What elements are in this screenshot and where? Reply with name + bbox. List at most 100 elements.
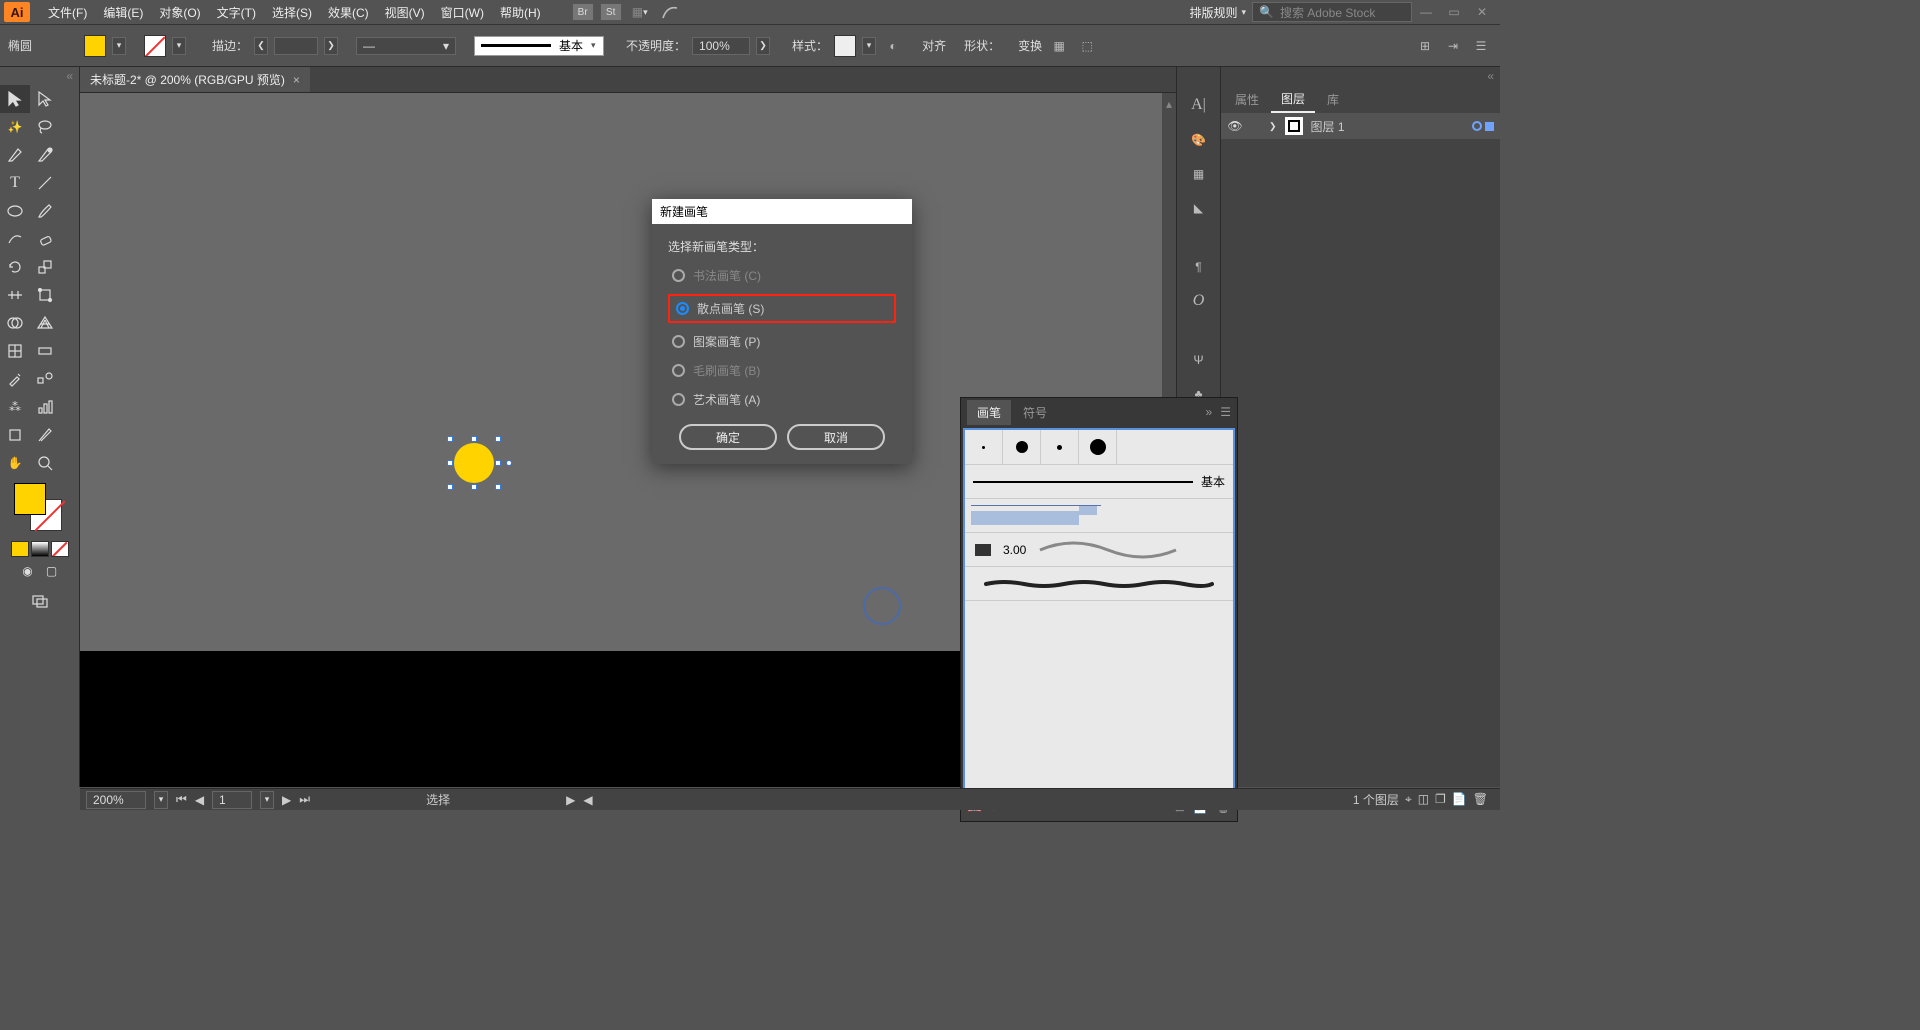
brush-basic-row[interactable]: 基本 xyxy=(965,465,1233,499)
zoom-tool[interactable] xyxy=(30,449,60,477)
stroke-dropdown[interactable]: ▾ xyxy=(172,37,186,55)
pen-tool[interactable] xyxy=(0,141,30,169)
target-icon[interactable] xyxy=(1472,121,1482,131)
layer-row[interactable]: 👁 ❯ 图层 1 xyxy=(1221,113,1500,139)
menu-type[interactable]: 文字(T) xyxy=(209,0,264,25)
bridge-icon[interactable]: Br xyxy=(572,3,594,21)
selection-tool[interactable] xyxy=(0,85,30,113)
window-minimize[interactable]: — xyxy=(1412,2,1440,22)
visibility-icon[interactable]: 👁 xyxy=(1227,118,1243,134)
expand-icon[interactable]: ❯ xyxy=(1269,121,1277,132)
stroke-weight-up[interactable]: ❯ xyxy=(324,37,338,55)
fill-color[interactable] xyxy=(84,35,106,57)
close-icon[interactable]: × xyxy=(293,73,300,87)
mesh-tool[interactable] xyxy=(0,337,30,365)
line-tool[interactable] xyxy=(30,169,60,197)
recolor-icon[interactable]: ◐ xyxy=(882,35,904,57)
pref-icon-1[interactable]: ⊞ xyxy=(1414,35,1436,57)
new-layer-icon[interactable]: 📄 xyxy=(1452,792,1467,806)
panel-menu-icon[interactable]: ☰ xyxy=(1470,35,1492,57)
eraser-tool[interactable] xyxy=(30,225,60,253)
align-button[interactable]: 对齐 xyxy=(922,37,946,54)
document-tab[interactable]: 未标题-2* @ 200% (RGB/GPU 预览) × xyxy=(80,67,310,92)
tab-properties[interactable]: 属性 xyxy=(1225,87,1269,112)
artboard-dropdown[interactable]: ▾ xyxy=(260,791,274,809)
opacity-input[interactable]: 100% xyxy=(692,37,750,55)
locate-icon[interactable]: ⌖ xyxy=(1405,792,1412,807)
tab-layers[interactable]: 图层 xyxy=(1271,86,1315,113)
artboard-first-icon[interactable]: ⏮ xyxy=(176,792,187,807)
stroke-weight-down[interactable]: ❮ xyxy=(254,37,268,55)
radio-pattern[interactable]: 图案画笔 (P) xyxy=(668,331,896,352)
menu-help[interactable]: 帮助(H) xyxy=(492,0,549,25)
arrange-icon[interactable]: ▦ ▾ xyxy=(628,2,652,22)
brush-thumb-1[interactable] xyxy=(965,430,1003,464)
radio-scatter[interactable]: 散点画笔 (S) xyxy=(668,294,896,323)
menu-window[interactable]: 窗口(W) xyxy=(433,0,492,25)
brush-calli-row[interactable]: 3.00 xyxy=(965,533,1233,567)
artboard-input[interactable]: 1 xyxy=(212,791,252,809)
menu-select[interactable]: 选择(S) xyxy=(264,0,320,25)
screen-mode-change[interactable]: ▢ xyxy=(41,561,63,581)
shape-builder-tool[interactable] xyxy=(0,309,30,337)
tab-symbols[interactable]: 符号 xyxy=(1013,400,1057,425)
eyedropper-tool[interactable] xyxy=(0,365,30,393)
menu-edit[interactable]: 编辑(E) xyxy=(95,0,151,25)
style-dropdown[interactable]: ▾ xyxy=(862,37,876,55)
brush-definition[interactable]: 基本▾ xyxy=(474,36,604,56)
graphic-style[interactable] xyxy=(834,35,856,57)
delete-layer-icon[interactable]: 🗑 xyxy=(1473,792,1488,806)
magic-wand-tool[interactable]: ✨ xyxy=(0,113,30,141)
fill-dropdown[interactable]: ▾ xyxy=(112,37,126,55)
brush-art-row[interactable] xyxy=(965,567,1233,601)
gpu-icon[interactable] xyxy=(658,2,682,22)
menu-effect[interactable]: 效果(C) xyxy=(320,0,377,25)
panel-collapse-icon[interactable]: » xyxy=(1206,405,1213,419)
window-maximize[interactable]: ▭ xyxy=(1440,2,1468,22)
artboard-last-icon[interactable]: ⏭ xyxy=(299,792,310,807)
scale-tool[interactable] xyxy=(30,253,60,281)
blend-tool[interactable] xyxy=(30,365,60,393)
ellipse-tool[interactable] xyxy=(0,197,30,225)
direct-selection-tool[interactable] xyxy=(30,85,60,113)
color-icon[interactable]: 🎨 xyxy=(1185,129,1213,149)
gradient-tool[interactable] xyxy=(30,337,60,365)
mask-icon[interactable]: ◫ xyxy=(1418,792,1429,806)
screen-mode-toggle[interactable] xyxy=(25,587,55,615)
tab-brushes[interactable]: 画笔 xyxy=(967,400,1011,425)
transform-button[interactable]: 变换 xyxy=(1018,37,1042,54)
column-graph-tool[interactable] xyxy=(30,393,60,421)
zoom-dropdown[interactable]: ▾ xyxy=(154,791,168,809)
color-mode-swatches[interactable] xyxy=(0,541,79,557)
status-play-icon[interactable]: ▶ xyxy=(566,793,575,807)
panel-menu-icon[interactable]: ☰ xyxy=(1220,405,1231,419)
hand-tool[interactable]: ✋ xyxy=(0,449,30,477)
radio-art[interactable]: 艺术画笔 (A) xyxy=(668,389,896,410)
brush-pattern-row[interactable] xyxy=(965,499,1233,533)
gradient-icon[interactable]: ◣ xyxy=(1185,198,1213,218)
toolbox-collapse[interactable]: « xyxy=(0,67,79,85)
stroke-weight-input[interactable] xyxy=(274,37,318,55)
swatches-icon[interactable]: ▦ xyxy=(1185,164,1213,184)
zoom-input[interactable]: 200% xyxy=(86,791,146,809)
window-close[interactable]: ✕ xyxy=(1468,2,1496,22)
symbol-sprayer-tool[interactable]: ⁂ xyxy=(0,393,30,421)
free-transform-tool[interactable] xyxy=(30,281,60,309)
status-scroll-left-icon[interactable]: ◀ xyxy=(583,793,592,807)
pref-icon-2[interactable]: ⇥ xyxy=(1442,35,1464,57)
shape-menu[interactable]: 形状： xyxy=(964,37,1000,54)
opacity-stepper[interactable]: ❯ xyxy=(756,37,770,55)
rotate-tool[interactable] xyxy=(0,253,30,281)
slice-tool[interactable] xyxy=(30,421,60,449)
layer-name[interactable]: 图层 1 xyxy=(1311,118,1345,135)
opentype-icon[interactable]: O xyxy=(1185,291,1213,311)
brushes-strip-icon[interactable]: Ψ xyxy=(1185,350,1213,370)
stroke-color-none[interactable] xyxy=(144,35,166,57)
menu-file[interactable]: 文件(F) xyxy=(40,0,95,25)
type-tool[interactable]: T xyxy=(0,169,30,197)
paintbrush-tool[interactable] xyxy=(30,197,60,225)
layout-rule-menu[interactable]: 排版规则▾ xyxy=(1183,0,1252,25)
edit-icon[interactable]: ⬚ xyxy=(1076,35,1098,57)
cancel-button[interactable]: 取消 xyxy=(787,424,885,450)
isolate-icon[interactable]: ▦ xyxy=(1048,35,1070,57)
